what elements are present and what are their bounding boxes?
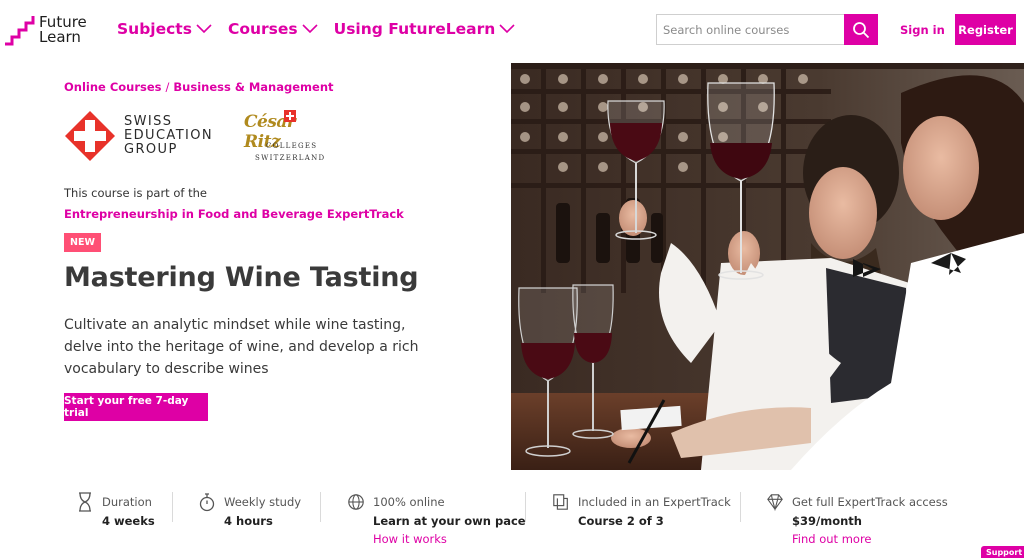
breadcrumb: Online Courses / Business & Management: [64, 80, 334, 94]
find-out-more-link[interactable]: Find out more: [792, 532, 872, 546]
logo-wordmark: Future Learn: [39, 15, 87, 45]
info-divider: [172, 492, 173, 522]
seg-wordmark: SWISS EDUCATION GROUP: [124, 115, 213, 157]
info-weekly-study-value: 4 hours: [224, 514, 273, 528]
info-online-label: 100% online: [373, 495, 445, 509]
info-expert-track-value: Course 2 of 3: [578, 514, 664, 528]
info-full-access-value: $39/month: [792, 514, 862, 528]
info-expert-track-label: Included in an ExpertTrack: [578, 495, 731, 509]
info-duration-value: 4 weeks: [102, 514, 155, 528]
seg-line-3: GROUP: [124, 142, 178, 157]
search-input[interactable]: [657, 15, 844, 44]
support-button[interactable]: Support: [981, 546, 1024, 558]
register-button[interactable]: Register: [955, 14, 1016, 45]
nav-subjects-label: Subjects: [117, 20, 192, 38]
breadcrumb-business-management[interactable]: Business & Management: [173, 80, 333, 94]
new-badge: NEW: [64, 233, 101, 252]
swiss-flag-icon: [284, 110, 296, 122]
search-box: [656, 14, 878, 45]
expert-track-link[interactable]: Entrepreneurship in Food and Beverage Ex…: [64, 207, 404, 221]
info-weekly-study-label: Weekly study: [224, 495, 302, 509]
sign-in-link[interactable]: Sign in: [900, 23, 945, 37]
globe-icon: [348, 494, 364, 510]
course-description: Cultivate an analytic mindset while wine…: [64, 317, 419, 377]
wine-tasting-photo: [511, 63, 1024, 470]
seg-line-1: SWISS: [124, 114, 173, 129]
nav-courses-label: Courses: [227, 20, 298, 38]
futurelearn-logo[interactable]: Future Learn: [4, 13, 94, 47]
chevron-down-icon: [196, 24, 212, 34]
info-online-value: Learn at your own pace: [373, 514, 526, 528]
cesar-ritz-colleges: COLLEGES: [266, 142, 318, 150]
info-divider: [740, 492, 741, 522]
breadcrumb-separator: /: [165, 80, 170, 94]
search-icon: [853, 21, 870, 38]
main-nav: Subjects Courses Using FutureLearn: [117, 20, 515, 38]
cesar-ritz-switzerland: SWITZERLAND: [255, 154, 326, 162]
futurelearn-logo-mark: [5, 16, 35, 46]
search-button[interactable]: [844, 14, 878, 45]
hourglass-icon: [79, 492, 91, 512]
seg-line-2: EDUCATION: [124, 128, 214, 143]
nav-using-futurelearn-label: Using FutureLearn: [333, 20, 496, 38]
stopwatch-icon: [199, 493, 215, 512]
diamond-icon: [767, 494, 783, 512]
nav-courses[interactable]: Courses: [228, 20, 318, 38]
info-divider: [320, 492, 321, 522]
nav-subjects[interactable]: Subjects: [117, 20, 212, 38]
breadcrumb-online-courses[interactable]: Online Courses: [64, 80, 162, 94]
chevron-down-icon: [302, 24, 318, 34]
logo-line-2: Learn: [39, 28, 81, 46]
seg-logo-mark: [65, 111, 115, 161]
info-duration-label: Duration: [102, 495, 152, 509]
part-of-text: This course is part of the: [64, 186, 207, 200]
info-full-access-label: Get full ExpertTrack access: [792, 495, 948, 509]
info-divider: [525, 492, 526, 522]
course-info-bar: Duration 4 weeks Weekly study 4 hours 10…: [0, 470, 957, 558]
course-title: Mastering Wine Tasting: [64, 262, 419, 293]
chevron-down-icon: [499, 24, 515, 34]
pages-icon: [553, 494, 568, 510]
nav-using-futurelearn[interactable]: Using FutureLearn: [334, 20, 516, 38]
cesar-ritz-colleges-logo[interactable]: César Ritz COLLEGES SWITZERLAND: [244, 110, 334, 166]
hero-image: [511, 63, 1024, 470]
site-header: Future Learn Subjects Courses Using Futu…: [0, 0, 1024, 62]
swiss-education-group-logo[interactable]: SWISS EDUCATION GROUP: [64, 110, 213, 162]
start-free-trial-button[interactable]: Start your free 7-day trial: [64, 393, 208, 421]
how-it-works-link[interactable]: How it works: [373, 532, 447, 546]
